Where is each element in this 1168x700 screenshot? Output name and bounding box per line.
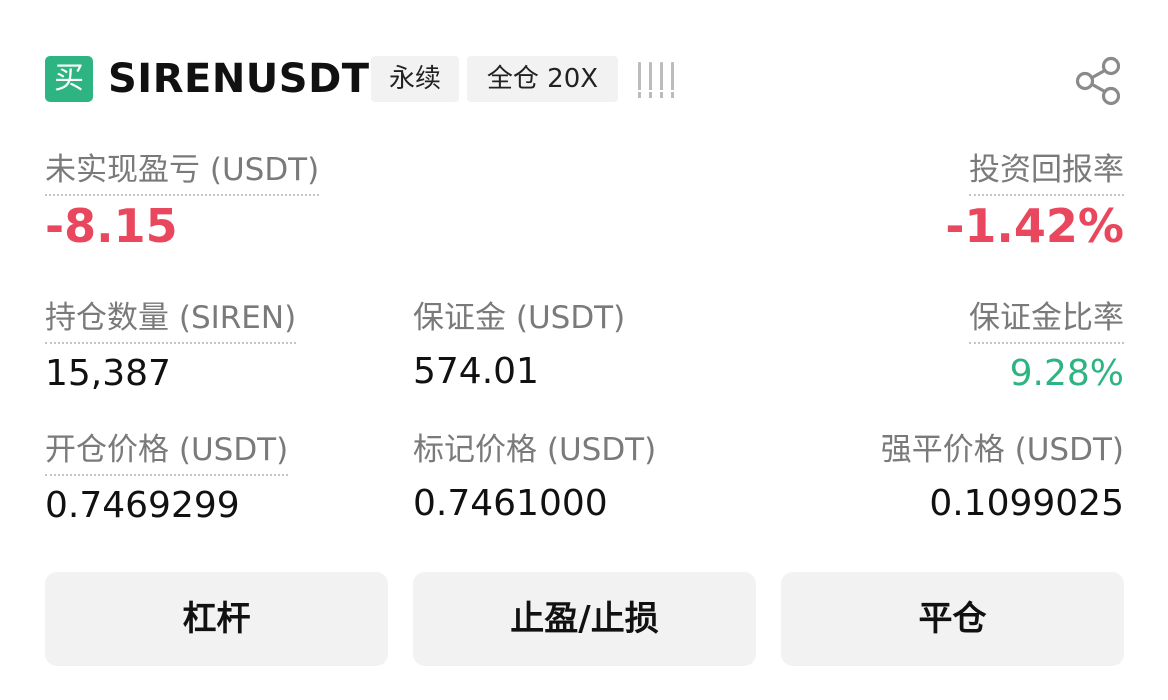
leverage-button[interactable]: 杠杆 [45,572,388,666]
margin-value: 574.01 [413,351,539,392]
mark-price-label: 标记价格 (USDT) [413,432,657,468]
side-badge: 买 [45,56,93,102]
entry-price-label[interactable]: 开仓价格 (USDT) [45,430,289,476]
unrealized-pnl-label[interactable]: 未实现盈亏 (USDT) [45,150,320,196]
margin-ratio-value: 9.28% [1009,353,1124,394]
liquidation-price: 强平价格 (USDT) 0.1099025 [881,430,1124,528]
roi-label[interactable]: 投资回报率 [969,150,1124,196]
liquidation-price-value: 0.1099025 [929,483,1124,524]
mark-price: 标记价格 (USDT) 0.7461000 [413,430,656,528]
symbol-title: SIRENUSDT [108,56,370,102]
position-size: 持仓数量 (SIREN) 15,387 [45,298,297,398]
margin-ratio: 保证金比率 9.28% [969,298,1124,398]
margin-label: 保证金 (USDT) [413,300,626,336]
margin-ratio-label[interactable]: 保证金比率 [969,298,1124,344]
share-icon[interactable] [1072,54,1126,108]
margin-mode-tag[interactable]: 全仓 20X [467,56,618,102]
roi-value: -1.42% [945,199,1124,253]
liquidation-price-label: 强平价格 (USDT) [880,432,1124,468]
entry-price-value: 0.7469299 [45,485,240,526]
contract-type-tag: 永续 [371,56,459,102]
position-header: 买 SIRENUSDT 永续 全仓 20X [45,52,1126,106]
entry-price: 开仓价格 (USDT) 0.7469299 [45,430,289,530]
unrealized-pnl: 未实现盈亏 (USDT) -8.15 [45,150,320,254]
position-size-label[interactable]: 持仓数量 (SIREN) [45,298,297,344]
margin: 保证金 (USDT) 574.01 [413,298,625,396]
roi: 投资回报率 -1.42% [945,150,1124,254]
position-card: 买 SIRENUSDT 永续 全仓 20X 未实现盈亏 (USDT) -8.15… [0,0,1168,700]
unrealized-pnl-value: -8.15 [45,199,178,253]
close-position-button[interactable]: 平仓 [781,572,1124,666]
mark-price-value: 0.7461000 [413,483,608,524]
adl-level-icon [638,62,678,98]
position-size-value: 15,387 [45,353,171,394]
tp-sl-button[interactable]: 止盈/止损 [413,572,756,666]
